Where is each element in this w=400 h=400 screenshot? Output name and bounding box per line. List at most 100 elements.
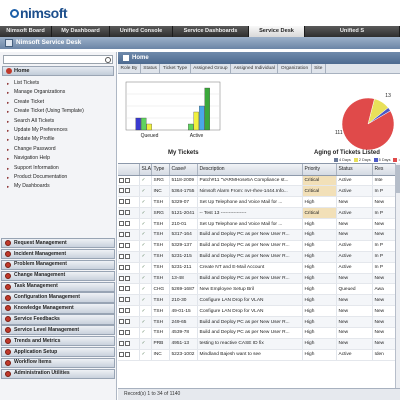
case-number-link[interactable]: 4951-13 — [169, 338, 198, 350]
case-number-link[interactable]: 5223-1002 — [169, 349, 198, 361]
top-tab[interactable]: My Dashboard — [52, 26, 110, 37]
table-row[interactable]: ✓ TSH 5329-07 Set Up Telephone and Voice Ma… — [118, 196, 400, 209]
edit-icon[interactable] — [119, 232, 124, 238]
sidebar-group[interactable]: Service Level Management — [1, 325, 115, 336]
expand-icon[interactable] — [5, 349, 11, 356]
case-number-link[interactable]: 5121-2041 — [169, 207, 198, 220]
sidebar-group[interactable]: Request Management — [1, 238, 115, 249]
case-number-link[interactable]: 249-65 — [169, 316, 198, 328]
expand-icon[interactable] — [5, 359, 11, 366]
top-tab[interactable]: Unified S — [305, 26, 400, 37]
table-row[interactable]: ✓ CHG 5269-1687 New Employee Setup Bril High… — [118, 283, 400, 296]
table-row[interactable]: ✓ TSH 5231-211 Create NT and E-Mail Account… — [118, 262, 400, 274]
edit-icon[interactable] — [119, 242, 124, 248]
view-icon[interactable] — [125, 297, 130, 303]
view-icon[interactable] — [125, 253, 130, 259]
sidebar-group[interactable]: Knowledge Management — [1, 303, 115, 314]
top-tab[interactable]: Nimsoft Board — [0, 26, 52, 37]
view-icon[interactable] — [125, 275, 130, 281]
sidebar-search-input[interactable] — [3, 55, 113, 64]
view-icon[interactable] — [125, 210, 130, 216]
case-number-link[interactable]: 5269-1687 — [169, 283, 198, 296]
table-row[interactable]: ✓ TSH 5329-137 Build and Deploy PC as per N… — [118, 240, 400, 252]
expand-icon[interactable] — [5, 283, 11, 290]
table-row[interactable]: ✓ TSH 49-01-15 Configure LAN Drop for VLAN H… — [118, 305, 400, 318]
view-icon[interactable] — [125, 330, 130, 336]
view-icon[interactable] — [125, 319, 130, 325]
expand-icon[interactable] — [5, 305, 11, 312]
edit-icon[interactable] — [119, 308, 124, 314]
filter-tab[interactable]: Role By — [118, 64, 141, 74]
sidebar-group[interactable]: Change Management — [1, 270, 115, 281]
table-row[interactable]: ✓ INC 5223-1002 Mindland Bajesh want to see… — [118, 349, 400, 361]
sidebar-group[interactable]: Administration Utilities — [1, 368, 115, 379]
view-icon[interactable] — [125, 286, 130, 292]
sidebar-link[interactable]: ▸ Create Ticket (Using Template) — [0, 107, 116, 116]
table-row[interactable]: ✓ TSH 249-65 Build and Deploy PC as per New… — [118, 316, 400, 328]
expand-icon[interactable] — [5, 338, 11, 345]
column-header[interactable]: Case# — [169, 164, 198, 176]
case-number-link[interactable]: 5231-215 — [169, 251, 198, 263]
sidebar-group[interactable]: Trends and Metrics — [1, 336, 115, 347]
sidebar-link[interactable]: ▸ Support Information — [0, 164, 116, 173]
expand-icon[interactable] — [5, 261, 11, 268]
expand-icon[interactable] — [5, 370, 11, 377]
case-number-link[interactable]: 5364-1755 — [169, 185, 198, 198]
column-header[interactable]: Status — [336, 164, 373, 176]
edit-icon[interactable] — [119, 297, 124, 303]
column-header[interactable]: Description — [197, 164, 303, 176]
edit-icon[interactable] — [119, 210, 124, 216]
edit-icon[interactable] — [119, 286, 124, 292]
case-number-link[interactable]: 49-01-15 — [169, 305, 198, 318]
sidebar-group[interactable]: Configuration Management — [1, 292, 115, 303]
expand-icon[interactable] — [5, 272, 11, 279]
expand-icon[interactable] — [5, 316, 11, 323]
case-number-link[interactable]: 4539-78 — [169, 327, 198, 339]
table-row[interactable]: ✓ TSH 13-48 Build and Deploy PC as per New … — [118, 273, 400, 285]
view-icon[interactable] — [125, 308, 130, 314]
case-number-link[interactable]: 210-30 — [169, 294, 198, 307]
case-number-link[interactable]: 5329-07 — [169, 196, 198, 209]
column-header[interactable]: Type — [151, 164, 170, 176]
top-tab[interactable]: Unified Console — [110, 26, 173, 37]
table-scrollbar[interactable] — [395, 163, 400, 388]
collapse-icon[interactable] — [6, 68, 12, 74]
view-icon[interactable] — [125, 340, 130, 346]
view-icon[interactable] — [125, 199, 130, 205]
view-icon[interactable] — [125, 242, 130, 248]
edit-icon[interactable] — [119, 199, 124, 205]
table-row[interactable]: ✓ TSH 210-30 Configure LAN Drop for VLAN Hig… — [118, 294, 400, 307]
view-icon[interactable] — [125, 221, 130, 227]
scrollbar-thumb[interactable] — [396, 165, 400, 193]
sidebar-link[interactable]: ▸ Product Documentation — [0, 173, 116, 182]
column-header[interactable]: SLA — [139, 164, 152, 176]
view-icon[interactable] — [125, 232, 130, 238]
case-number-link[interactable]: 5317-164 — [169, 229, 198, 241]
table-row[interactable]: ✓ SRG 5121-2041 -- Test 13 ----------------… — [118, 207, 400, 220]
sidebar-link[interactable]: ▸ Change Password — [0, 145, 116, 154]
filter-tab[interactable]: Status — [141, 64, 161, 74]
sidebar-group[interactable]: Task Management — [1, 281, 115, 292]
table-row[interactable]: ✓ PRB 4951-13 testing to reactive CASE ID f… — [118, 338, 400, 350]
expand-icon[interactable] — [5, 327, 11, 334]
view-icon[interactable] — [125, 264, 130, 270]
filter-tab[interactable]: Site — [312, 64, 326, 74]
sidebar-group[interactable]: Service Feedbacks — [1, 314, 115, 325]
sidebar-link[interactable]: ▸ Navigation Help — [0, 154, 116, 163]
sidebar-link[interactable]: ▸ Update My Profile — [0, 135, 116, 144]
edit-icon[interactable] — [119, 319, 124, 325]
filter-tab[interactable]: Ticket Type — [160, 64, 191, 74]
sidebar-link[interactable]: ▸ My Dashboards — [0, 182, 116, 191]
case-number-link[interactable]: 5329-137 — [169, 240, 198, 252]
edit-icon[interactable] — [119, 351, 124, 357]
edit-icon[interactable] — [119, 221, 124, 227]
sidebar-home-header[interactable]: Home — [2, 66, 114, 76]
sidebar-group[interactable]: Incident Management — [1, 248, 115, 260]
edit-icon[interactable] — [119, 330, 124, 336]
filter-tab[interactable]: Organization — [278, 64, 312, 74]
view-icon[interactable] — [125, 351, 130, 357]
expand-icon[interactable] — [5, 240, 11, 247]
table-row[interactable]: ✓ TSH 5231-215 Build and Deploy PC as per N… — [118, 251, 400, 263]
table-row[interactable]: ✓ TSH 5317-164 Build and Deploy PC as per N… — [118, 229, 400, 241]
edit-icon[interactable] — [119, 264, 124, 270]
